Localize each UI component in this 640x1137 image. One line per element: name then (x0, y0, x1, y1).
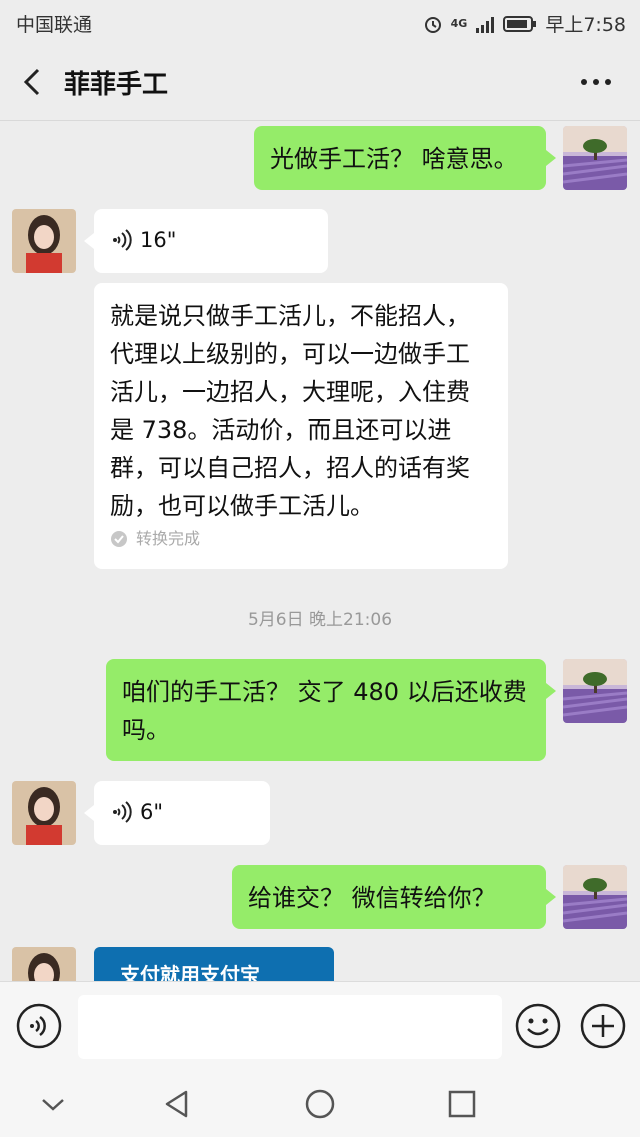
plus-icon (580, 1003, 626, 1049)
voice-duration: 16" (140, 228, 177, 252)
chat-header: 菲菲手工 (0, 44, 640, 121)
check-circle-icon (111, 531, 127, 547)
girl-avatar-image (12, 781, 76, 845)
chevron-left-icon (23, 68, 40, 96)
message-bubble-sent[interactable]: 给谁交？ 微信转给你？ (232, 865, 546, 929)
more-dots-icon (581, 79, 611, 85)
back-button[interactable] (18, 64, 48, 100)
image-message-card[interactable]: 支付就用支付宝 (94, 947, 334, 981)
nav-back-button[interactable] (160, 1087, 194, 1121)
contact-avatar[interactable] (12, 781, 76, 845)
bubble-tail (546, 889, 556, 905)
circle-home-icon (305, 1089, 335, 1119)
nav-recent-button[interactable] (445, 1087, 479, 1121)
my-avatar[interactable] (563, 126, 627, 190)
more-button[interactable] (578, 68, 614, 96)
card-text: 支付就用支付宝 (120, 963, 260, 981)
bubble-tail (546, 683, 556, 699)
conversion-label: 转换完成 (136, 529, 201, 548)
voice-duration: 6" (140, 800, 164, 824)
voice-icon (113, 801, 132, 823)
timestamp: 5月6日 晚上21:06 (247, 610, 393, 630)
lavender-tree-avatar-image (563, 659, 627, 723)
clock-label: 早上7:58 (545, 14, 626, 36)
alarm-icon (424, 16, 441, 33)
bubble-tail (546, 150, 556, 166)
nav-home-button[interactable] (303, 1087, 337, 1121)
voice-content: 16" (112, 221, 310, 259)
square-recent-icon (448, 1090, 476, 1118)
message-bubble-sent[interactable]: 光做手工活？ 啥意思。 (254, 126, 546, 190)
contact-avatar[interactable] (12, 209, 76, 273)
bubble-tail (84, 805, 94, 821)
message-text: 咱们的手工活？ 交了 480 以后还收费吗。 (122, 678, 527, 744)
voice-content: 6" (112, 793, 252, 831)
voice-icon (113, 229, 132, 251)
chevron-down-icon (42, 1099, 64, 1111)
status-bar: 中国联通 4G 早上7:58 (0, 0, 640, 44)
message-list[interactable]: 光做手工活？ 啥意思。 16" 就是说只做手工活儿，不能招人，代理以上级别的，可… (0, 121, 640, 981)
girl-avatar-image (12, 947, 76, 981)
carrier-label: 中国联通 (16, 14, 93, 36)
nav-down-button[interactable] (36, 1087, 70, 1121)
voice-to-text-bubble[interactable]: 就是说只做手工活儿，不能招人，代理以上级别的，可以一边做手工活儿，一边招人，大理… (94, 283, 508, 569)
chat-title: 菲菲手工 (64, 70, 169, 100)
system-nav-bar (0, 1069, 640, 1137)
input-bar (0, 981, 640, 1070)
voice-icon (16, 1003, 62, 1049)
network-label: 4G (450, 17, 468, 30)
emoji-icon (515, 1003, 561, 1049)
my-avatar[interactable] (563, 659, 627, 723)
plus-button[interactable] (580, 1003, 626, 1049)
message-input[interactable] (78, 995, 502, 1059)
status-icons: 4G 早上7:58 (423, 10, 626, 37)
triangle-back-icon (165, 1090, 188, 1118)
contact-avatar[interactable] (12, 947, 76, 981)
lavender-tree-avatar-image (563, 865, 627, 929)
battery-icon (503, 15, 537, 32)
signal-icon (476, 16, 495, 33)
message-text: 就是说只做手工活儿，不能招人，代理以上级别的，可以一边做手工活儿，一边招人，大理… (110, 302, 470, 520)
voice-message[interactable]: 6" (94, 781, 270, 845)
conversion-status: 转换完成 (110, 529, 492, 549)
message-text: 光做手工活？ 啥意思。 (270, 145, 518, 173)
emoji-button[interactable] (515, 1003, 561, 1049)
voice-message[interactable]: 16" (94, 209, 328, 273)
girl-avatar-image (12, 209, 76, 273)
message-text: 给谁交？ 微信转给你？ (248, 884, 496, 912)
message-bubble-sent[interactable]: 咱们的手工活？ 交了 480 以后还收费吗。 (106, 659, 546, 761)
bubble-tail (84, 233, 94, 249)
voice-input-button[interactable] (16, 1003, 62, 1049)
my-avatar[interactable] (563, 865, 627, 929)
lavender-tree-avatar-image (563, 126, 627, 190)
